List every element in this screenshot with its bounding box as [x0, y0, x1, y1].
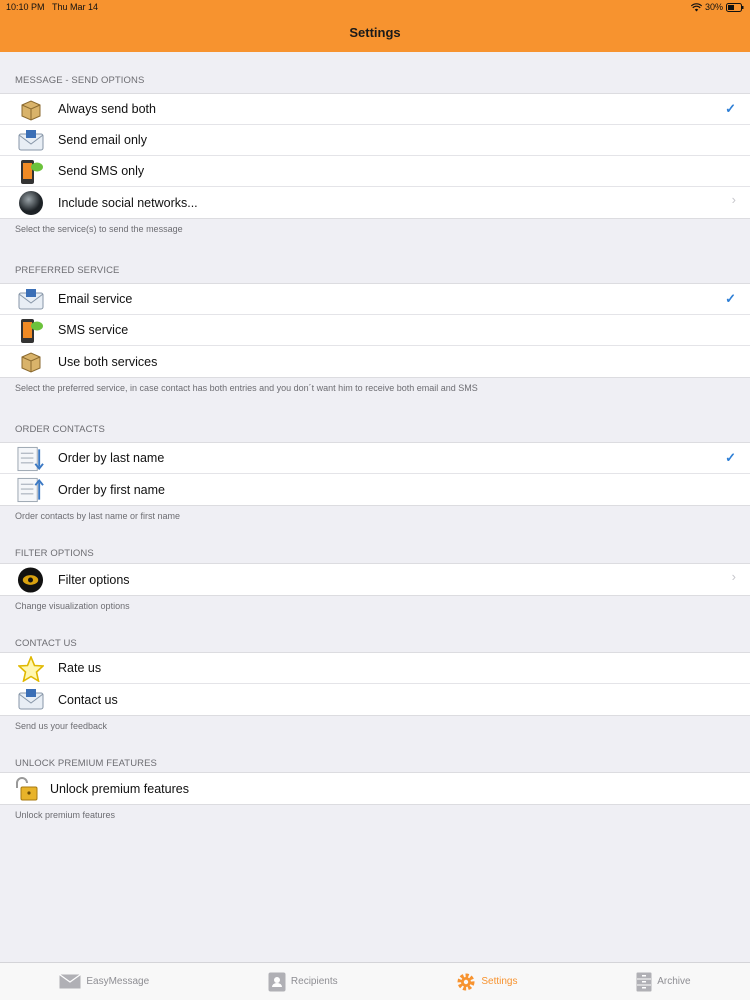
section-footer-order: Order contacts by last name or first nam… — [15, 511, 181, 521]
send-options-group: Always send both ✓ Send email only Send … — [0, 93, 750, 219]
email-icon — [17, 687, 44, 713]
envelope-icon — [59, 974, 82, 989]
row-label: Include social networks... — [58, 195, 198, 210]
section-footer-send: Select the service(s) to send the messag… — [15, 224, 183, 234]
premium-group: Unlock premium features — [0, 772, 750, 805]
sms-phone-icon — [17, 318, 44, 344]
checkmark-icon: ✓ — [725, 450, 736, 465]
checkmark-icon: ✓ — [725, 291, 736, 306]
filter-options-group: Filter options › — [0, 563, 750, 596]
row-contact-us[interactable]: Contact us — [0, 684, 750, 715]
row-label: Send SMS only — [58, 164, 145, 178]
row-use-both-services[interactable]: Use both services — [0, 346, 750, 377]
section-header-order: ORDER CONTACTS — [15, 424, 105, 435]
settings-list: MESSAGE - SEND OPTIONS Always send both … — [0, 52, 750, 828]
row-label: Order by first name — [58, 482, 165, 497]
sort-descending-icon — [17, 446, 44, 472]
eye-icon — [17, 567, 44, 593]
row-order-by-first-name[interactable]: Order by first name — [0, 474, 750, 505]
tab-label: EasyMessage — [86, 976, 150, 987]
row-label: Rate us — [58, 661, 102, 675]
box-icon — [17, 349, 44, 375]
battery-percent: 30% — [704, 2, 723, 12]
row-email-service[interactable]: Email service ✓ — [0, 284, 750, 315]
tab-label: Recipients — [290, 976, 338, 987]
row-label: Unlock premium features — [50, 781, 189, 796]
order-contacts-group: Order by last name ✓ Order by first name — [0, 442, 750, 506]
contact-us-group: Rate us Contact us — [0, 652, 750, 716]
tab-recipients[interactable]: Recipients — [268, 972, 338, 992]
row-order-by-last-name[interactable]: Order by last name ✓ — [0, 443, 750, 474]
archive-cabinet-icon — [636, 972, 652, 991]
globe-icon — [17, 190, 44, 216]
star-icon — [17, 656, 44, 682]
row-filter-options[interactable]: Filter options › — [0, 564, 750, 595]
page-title: Settings — [349, 25, 401, 40]
unlocked-padlock-icon — [12, 776, 39, 802]
row-always-send-both[interactable]: Always send both ✓ — [0, 94, 750, 125]
gear-icon — [457, 973, 475, 990]
row-send-sms-only[interactable]: Send SMS only — [0, 156, 750, 187]
tab-archive[interactable]: Archive — [636, 972, 691, 992]
navigation-bar: Settings — [0, 14, 750, 52]
wifi-icon — [690, 2, 702, 11]
section-header-preferred: PREFERRED SERVICE — [15, 265, 120, 276]
row-label: Send email only — [58, 133, 147, 147]
email-icon — [17, 128, 44, 154]
preferred-service-group: Email service ✓ SMS service Use both ser… — [0, 283, 750, 378]
box-icon — [17, 97, 44, 123]
row-label: SMS service — [58, 323, 129, 337]
section-footer-contact: Send us your feedback — [15, 721, 108, 731]
status-bar: 10:10 PM Thu Mar 14 30% — [0, 0, 750, 14]
battery-icon — [726, 2, 744, 12]
section-footer-premium: Unlock premium features — [15, 810, 116, 820]
row-label: Contact us — [58, 692, 118, 707]
row-send-email-only[interactable]: Send email only — [0, 125, 750, 156]
row-sms-service[interactable]: SMS service — [0, 315, 750, 346]
section-footer-filter: Change visualization options — [15, 601, 130, 611]
chevron-right-icon: › — [731, 569, 736, 584]
row-rate-us[interactable]: Rate us — [0, 653, 750, 684]
row-include-social-networks[interactable]: Include social networks... › — [0, 187, 750, 218]
status-time: 10:10 PM Thu Mar 14 — [6, 2, 98, 12]
section-header-premium: UNLOCK PREMIUM FEATURES — [15, 758, 157, 769]
section-header-contact: CONTACT US — [15, 638, 77, 649]
checkmark-icon: ✓ — [725, 101, 736, 116]
row-label: Use both services — [58, 354, 158, 369]
tab-label: Archive — [657, 976, 691, 987]
tab-bar: EasyMessage Recipients Settings Archive — [0, 962, 750, 1000]
status-time-text: 10:10 PM — [6, 2, 45, 12]
contacts-book-icon — [268, 972, 286, 991]
tab-easymessage[interactable]: EasyMessage — [59, 974, 149, 989]
row-unlock-premium[interactable]: Unlock premium features — [0, 773, 750, 804]
tab-label: Settings — [481, 976, 518, 987]
tab-settings[interactable]: Settings — [456, 972, 517, 992]
sort-ascending-icon — [17, 477, 44, 503]
chevron-right-icon: › — [731, 192, 736, 207]
status-right: 30% — [690, 2, 744, 12]
section-header-send: MESSAGE - SEND OPTIONS — [15, 75, 145, 86]
section-header-filter: FILTER OPTIONS — [15, 548, 94, 559]
row-label: Always send both — [58, 102, 156, 116]
row-label: Order by last name — [58, 451, 165, 465]
row-label: Email service — [58, 292, 133, 306]
row-label: Filter options — [58, 572, 130, 587]
email-icon — [17, 287, 44, 313]
sms-phone-icon — [17, 159, 44, 185]
status-date-text: Thu Mar 14 — [52, 2, 99, 12]
section-footer-preferred: Select the preferred service, in case co… — [15, 383, 478, 393]
